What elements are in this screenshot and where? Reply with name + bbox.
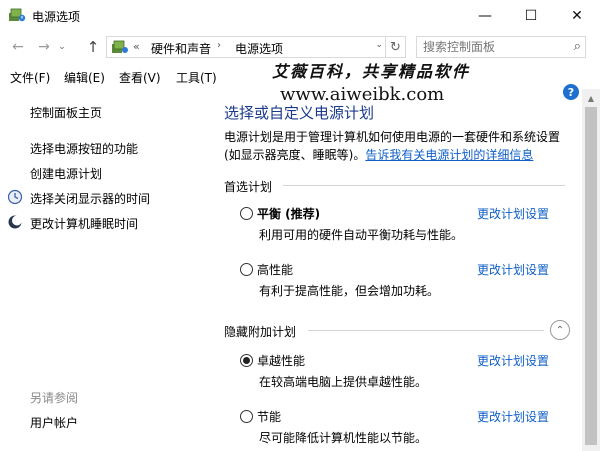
plan-description: 电源计划是用于管理计算机如何使用电源的一套硬件和系统设置(如显示器亮度、睡眠等)… xyxy=(224,128,574,164)
sidebar-user-accounts-link[interactable]: 用户帐户 xyxy=(30,414,78,431)
main-content: 选择或自定义电源计划 电源计划是用于管理计算机如何使用电源的一套硬件和系统设置(… xyxy=(210,89,582,451)
change-settings-high-performance-link[interactable]: 更改计划设置 xyxy=(477,261,549,278)
sidebar-home-link[interactable]: 控制面板主页 xyxy=(30,104,102,121)
preferred-plans-heading: 首选计划 xyxy=(224,180,273,194)
power-options-icon xyxy=(9,8,26,22)
back-button[interactable]: ← xyxy=(8,38,28,56)
change-settings-balanced-link[interactable]: 更改计划设置 xyxy=(477,205,549,222)
minimize-button[interactable]: — xyxy=(462,0,508,31)
breadcrumb-power-options[interactable]: 电源选项 xyxy=(235,40,283,57)
plan-radio-power-saver[interactable] xyxy=(240,410,253,423)
preferred-divider xyxy=(283,185,565,186)
plan-name-power-saver[interactable]: 节能 xyxy=(257,408,281,425)
up-button[interactable]: ↑ xyxy=(83,38,103,56)
menu-edit[interactable]: 编辑(E) xyxy=(64,69,105,86)
breadcrumb-separator-icon[interactable]: › xyxy=(217,40,221,51)
change-settings-ultimate-link[interactable]: 更改计划设置 xyxy=(477,352,549,369)
plan-radio-balanced[interactable] xyxy=(240,207,253,220)
address-bar[interactable]: « 硬件和声音 › 电源选项 ⌄ xyxy=(106,36,386,58)
sidebar-create-plan-link[interactable]: 创建电源计划 xyxy=(30,165,102,182)
scroll-up-icon[interactable]: ▲ xyxy=(582,89,600,107)
sleep-moon-icon xyxy=(8,215,22,229)
control-panel-icon xyxy=(112,40,128,53)
search-icon[interactable]: ⌕ xyxy=(574,39,581,54)
plan-name-high-performance[interactable]: 高性能 xyxy=(257,261,293,278)
close-button[interactable]: ✕ xyxy=(554,0,600,31)
plan-radio-high-performance[interactable] xyxy=(240,263,253,276)
plan-desc-high-performance: 有利于提高性能，但会增加功耗。 xyxy=(259,284,440,298)
collapse-icon[interactable]: ⌃ xyxy=(550,320,570,340)
sidebar-power-button-link[interactable]: 选择电源按钮的功能 xyxy=(30,140,138,157)
plan-radio-ultimate[interactable] xyxy=(240,354,253,367)
change-settings-power-saver-link[interactable]: 更改计划设置 xyxy=(477,408,549,425)
sidebar-sleep-link[interactable]: 更改计算机睡眠时间 xyxy=(30,215,138,232)
vertical-scrollbar[interactable]: ▲ xyxy=(582,89,600,451)
see-also-heading: 另请参阅 xyxy=(30,391,79,405)
refresh-button[interactable]: ↻ xyxy=(386,36,406,58)
plan-name-ultimate[interactable]: 卓越性能 xyxy=(257,352,305,369)
menu-tools[interactable]: 工具(T) xyxy=(176,69,217,86)
sidebar-display-off-link[interactable]: 选择关闭显示器的时间 xyxy=(30,190,150,207)
plan-desc-ultimate: 在较高端电脑上提供卓越性能。 xyxy=(259,375,428,389)
sidebar: 控制面板主页 选择电源按钮的功能 创建电源计划 选择关闭显示器的时间 更改计算机… xyxy=(0,89,210,451)
menu-file[interactable]: 文件(F) xyxy=(10,69,50,86)
search-input[interactable] xyxy=(423,39,563,55)
breadcrumb-overflow-icon[interactable]: « xyxy=(133,40,140,53)
maximize-button[interactable]: ☐ xyxy=(508,0,554,31)
breadcrumb-hardware-sound[interactable]: 硬件和声音 xyxy=(151,40,211,57)
address-dropdown-icon[interactable]: ⌄ xyxy=(375,40,383,50)
page-title: 选择或自定义电源计划 xyxy=(224,104,375,122)
watermark-slogan: 艾薇百科，共享精品软件 xyxy=(272,62,471,81)
search-box[interactable]: ⌕ xyxy=(416,36,586,58)
learn-more-link[interactable]: 告诉我有关电源计划的详细信息 xyxy=(365,148,533,162)
plan-desc-power-saver: 尽可能降低计算机性能以节能。 xyxy=(259,431,428,445)
scroll-thumb[interactable] xyxy=(585,107,597,445)
plan-name-balanced[interactable]: 平衡 (推荐) xyxy=(257,205,320,222)
forward-button[interactable]: → xyxy=(34,38,54,56)
hidden-divider xyxy=(308,330,544,331)
window-title: 电源选项 xyxy=(32,10,81,24)
title-bar: 电源选项 — ☐ ✕ xyxy=(0,0,600,31)
plan-desc-balanced: 利用可用的硬件自动平衡功耗与性能。 xyxy=(259,228,464,242)
menu-view[interactable]: 查看(V) xyxy=(119,69,161,86)
hidden-plans-heading: 隐藏附加计划 xyxy=(224,325,297,339)
display-clock-icon xyxy=(7,189,23,205)
recent-locations-button[interactable]: ⌄ xyxy=(56,38,68,56)
